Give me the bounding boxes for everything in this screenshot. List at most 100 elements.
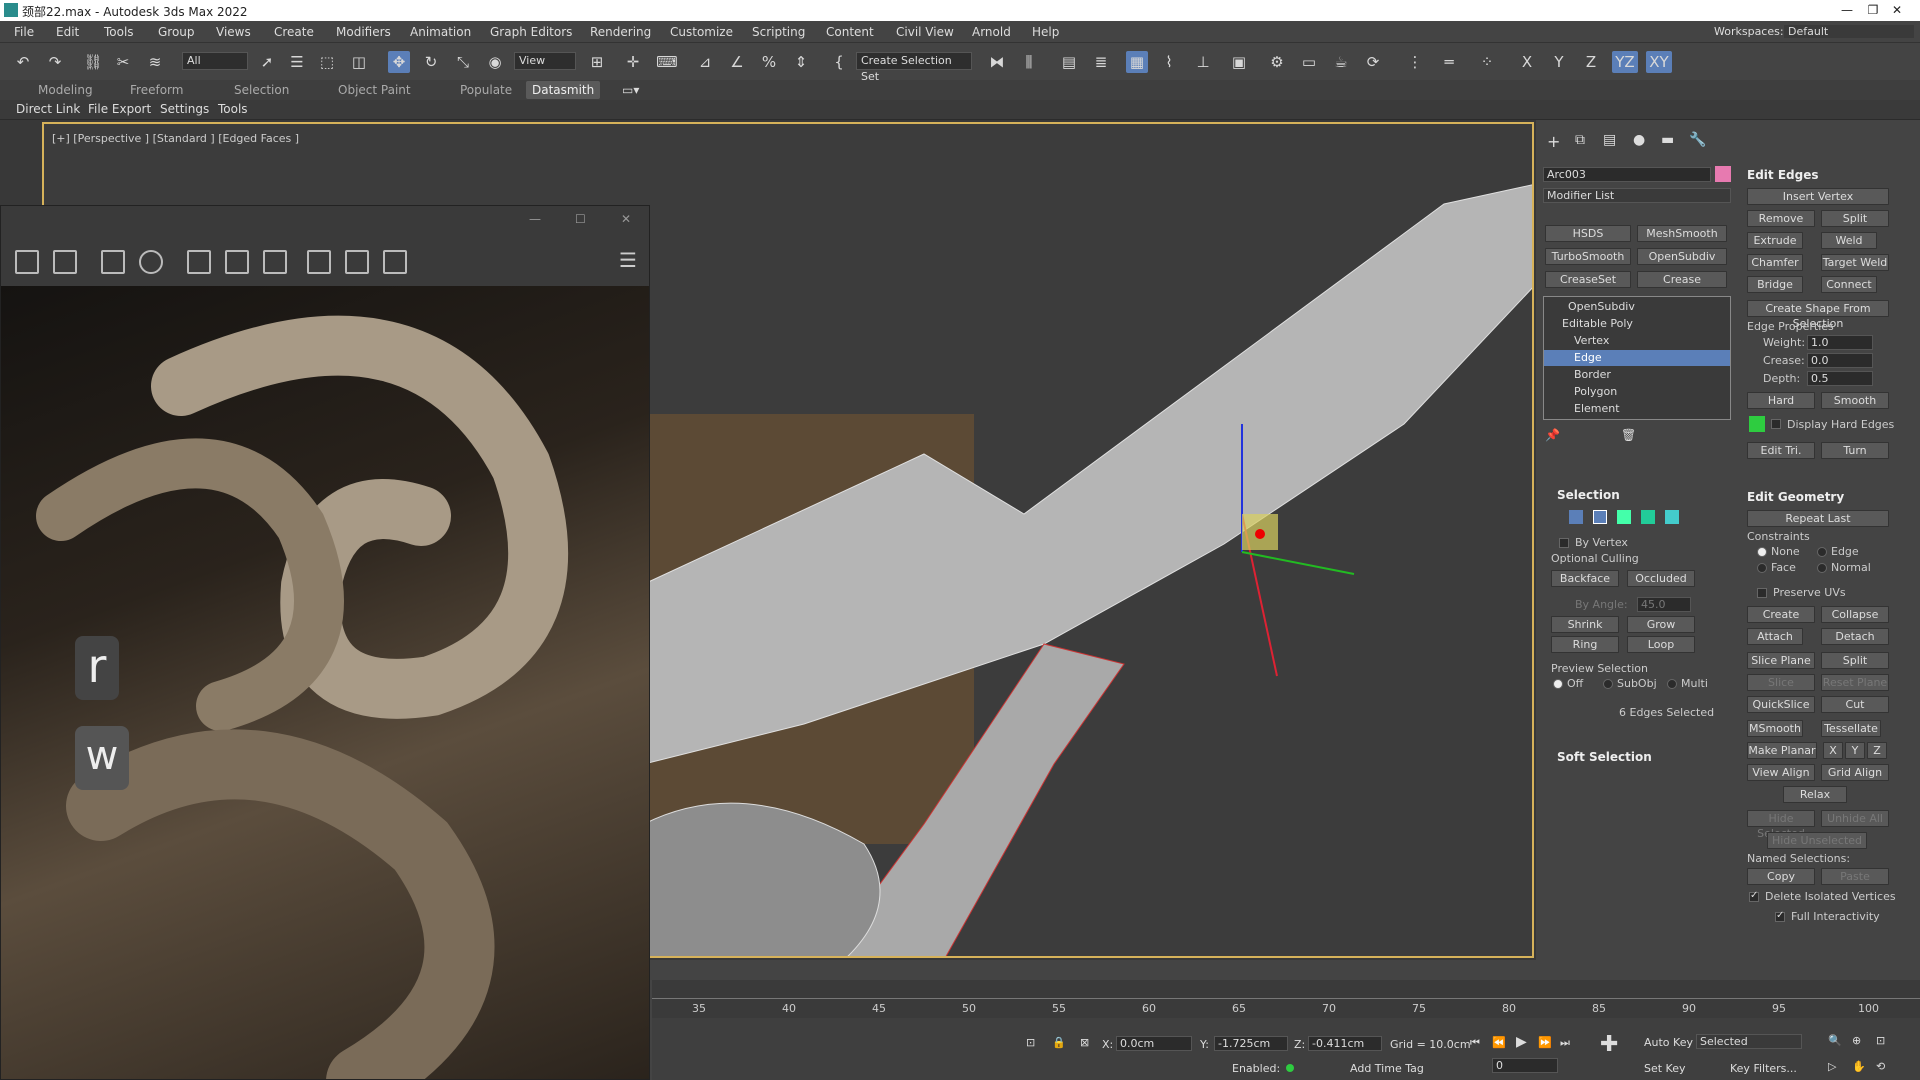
crease-field[interactable]: 0.0 [1807, 353, 1873, 368]
absolute-mode-icon[interactable]: ⊠ [1080, 1036, 1089, 1049]
scale-button[interactable]: ⤡ [452, 51, 474, 73]
preserve-uvs-checkbox[interactable] [1757, 588, 1767, 598]
rotate-button[interactable]: ↻ [420, 51, 442, 73]
gizmo-center[interactable] [1255, 529, 1265, 539]
unhide-all-button[interactable]: Unhide All [1821, 810, 1889, 827]
constraint-edge-radio[interactable] [1817, 547, 1827, 557]
menu-create[interactable]: Create [274, 25, 314, 39]
snaps-toggle-button[interactable]: ⊿ [694, 51, 716, 73]
reference-coordinate-dropdown[interactable]: View [514, 52, 576, 70]
stack-polygon[interactable]: Polygon [1544, 384, 1730, 400]
tools-button[interactable]: Tools [218, 102, 248, 116]
msmooth-button[interactable]: MSmooth [1747, 720, 1803, 737]
save-image-icon[interactable] [15, 250, 39, 274]
attach-button[interactable]: Attach [1747, 628, 1803, 645]
menu-tools[interactable]: Tools [104, 25, 134, 39]
grid-align-button[interactable]: Grid Align [1821, 764, 1889, 781]
copy-button[interactable]: Copy [1747, 868, 1815, 885]
tessellate-button[interactable]: Tessellate [1821, 720, 1881, 737]
split-button[interactable]: Split [1821, 210, 1889, 227]
remove-button[interactable]: Remove [1747, 210, 1815, 227]
menu-views[interactable]: Views [216, 25, 251, 39]
display-tab-icon[interactable]: ▬ [1661, 132, 1674, 148]
tab-freeform[interactable]: Freeform [130, 83, 183, 97]
stack-element[interactable]: Element [1544, 401, 1730, 417]
menu-graph-editors[interactable]: Graph Editors [490, 25, 572, 39]
weight-field[interactable]: 1.0 [1807, 335, 1873, 350]
reference-image-window[interactable]: — ☐ ✕ ☰ r w [0, 205, 650, 1080]
direct-link-button[interactable]: Direct Link [16, 102, 80, 116]
select-by-name-button[interactable]: ☰ [286, 51, 308, 73]
render-production-button[interactable]: ☕ [1330, 51, 1352, 73]
weld-button[interactable]: Weld [1821, 232, 1877, 249]
add-time-tag-button[interactable]: Add Time Tag [1350, 1062, 1424, 1075]
selection-lock-button[interactable]: ⁘ [1476, 51, 1498, 73]
modify-tab-icon[interactable]: ⧉ [1575, 132, 1585, 148]
hard-button[interactable]: Hard [1747, 392, 1815, 409]
tab-populate[interactable]: Populate [460, 83, 512, 97]
menu-rendering[interactable]: Rendering [590, 25, 651, 39]
axis-yz-button[interactable]: YZ [1612, 51, 1638, 73]
stack-opensubdiv[interactable]: OpenSubdiv [1544, 299, 1730, 315]
menu-content[interactable]: Content [826, 25, 874, 39]
fov-icon[interactable]: ▷ [1828, 1060, 1836, 1073]
planar-x-button[interactable]: X [1823, 742, 1843, 759]
settings-button[interactable]: Settings [160, 102, 209, 116]
hierarchy-tab-icon[interactable]: ▤ [1603, 132, 1616, 148]
spinner-snap-button[interactable]: ⇕ [790, 51, 812, 73]
schematic-view-button[interactable]: ⊥ [1192, 51, 1214, 73]
float-window-titlebar[interactable]: — ☐ ✕ [1, 206, 649, 236]
axis-xy-button[interactable]: XY [1646, 51, 1672, 73]
connect-button[interactable]: Connect [1821, 276, 1877, 293]
create-selection-set-dropdown[interactable]: Create Selection Set [856, 52, 972, 83]
menu-civil-view[interactable]: Civil View [896, 25, 954, 39]
timeline[interactable]: 35 40 45 50 55 60 65 70 75 80 85 90 95 1… [652, 980, 1920, 1018]
collapse-button[interactable]: Collapse [1821, 606, 1889, 623]
repeat-last-button[interactable]: Repeat Last [1747, 510, 1889, 527]
bind-space-warp-button[interactable]: ≋ [144, 51, 166, 73]
next-frame-icon[interactable]: ⏩ [1538, 1036, 1552, 1049]
unlink-button[interactable]: ✂ [112, 51, 134, 73]
key-mode-icon[interactable]: ✚ [1600, 1032, 1618, 1057]
pivot-center-button[interactable]: ⊞ [586, 51, 608, 73]
zoom-icon[interactable]: 🔍 [1828, 1034, 1842, 1047]
menu-animation[interactable]: Animation [410, 25, 471, 39]
go-to-end-icon[interactable]: ⏭ [1560, 1036, 1570, 1050]
percent-snap-button[interactable]: % [758, 51, 780, 73]
preview-multi-radio[interactable] [1667, 679, 1677, 689]
opensubdiv-button[interactable]: OpenSubdiv [1637, 248, 1727, 265]
edit-named-selection-button[interactable]: { [828, 51, 850, 73]
by-angle-field[interactable]: 45.0 [1637, 597, 1691, 612]
menu-scripting[interactable]: Scripting [752, 25, 805, 39]
extrude-button[interactable]: Extrude [1747, 232, 1803, 249]
display-hard-edges-checkbox[interactable] [1771, 419, 1781, 429]
region-select-button[interactable]: ⬚ [316, 51, 338, 73]
x-coordinate-field[interactable]: 0.0cm [1116, 1036, 1192, 1051]
chamfer-button[interactable]: Chamfer [1747, 254, 1803, 271]
zoom-extents-icon[interactable]: ⊡ [1876, 1034, 1885, 1047]
detach-button[interactable]: Detach [1821, 628, 1889, 645]
play-icon[interactable]: ▶ [1516, 1034, 1527, 1050]
occluded-button[interactable]: Occluded [1627, 570, 1695, 587]
move-button[interactable]: ✥ [388, 51, 410, 73]
hsds-button[interactable]: HSDS [1545, 225, 1631, 242]
target-weld-button[interactable]: Target Weld [1821, 254, 1889, 271]
reset-plane-button[interactable]: Reset Plane [1821, 674, 1889, 691]
delete-icon[interactable] [383, 250, 407, 274]
fit-image-icon[interactable] [263, 250, 287, 274]
mirror-button[interactable]: ⧓ [986, 51, 1008, 73]
rendered-frame-window-button[interactable]: ▭ [1298, 51, 1320, 73]
view-align-button[interactable]: View Align [1747, 764, 1815, 781]
print-icon[interactable] [101, 250, 125, 274]
ruler-button[interactable]: ═ [1438, 51, 1460, 73]
relax-button[interactable]: Relax [1783, 786, 1847, 803]
file-export-button[interactable]: File Export [88, 102, 151, 116]
zoom-in-icon[interactable] [187, 250, 211, 274]
planar-y-button[interactable]: Y [1845, 742, 1865, 759]
float-maximize-icon[interactable]: ☐ [575, 212, 586, 226]
object-color-swatch[interactable] [1715, 166, 1731, 182]
tab-object-paint[interactable]: Object Paint [338, 83, 411, 97]
edit-geometry-rollout-title[interactable]: Edit Geometry [1747, 490, 1844, 504]
grow-button[interactable]: Grow [1627, 616, 1695, 633]
shrink-button[interactable]: Shrink [1551, 616, 1619, 633]
